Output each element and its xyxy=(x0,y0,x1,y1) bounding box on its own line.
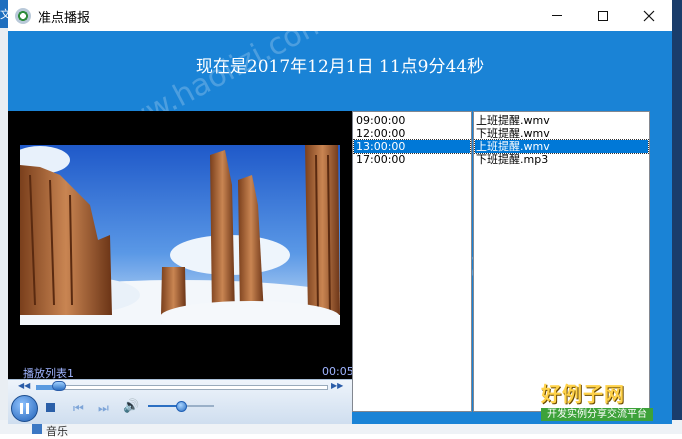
desktop-left-text: 文 xyxy=(0,8,8,21)
seek-back-icon[interactable]: ◀◀ xyxy=(18,381,30,390)
file-list-item[interactable]: 下班提醒.wmv xyxy=(476,127,646,140)
video-frame xyxy=(20,145,340,325)
seek-forward-icon[interactable]: ▶▶ xyxy=(331,381,343,390)
app-icon xyxy=(15,8,31,24)
play-pause-button[interactable] xyxy=(11,395,38,422)
file-list-item-selected[interactable]: 上班提醒.wmv xyxy=(474,139,649,154)
elapsed-time: 00:05 xyxy=(322,365,354,378)
time-list-item[interactable]: 09:00:00 xyxy=(356,114,468,127)
pause-icon-bar xyxy=(26,403,29,414)
volume-thumb[interactable] xyxy=(176,401,187,412)
file-list-item[interactable]: 下班提醒.mp3 xyxy=(476,153,646,166)
close-button[interactable] xyxy=(626,0,672,31)
desktop-bottom-label: 音乐 xyxy=(46,425,68,438)
seek-thumb[interactable] xyxy=(52,381,66,391)
maximize-button[interactable] xyxy=(580,0,626,31)
watermark-logo-subtitle: 开发实例分享交流平台 xyxy=(541,408,653,421)
time-list-item[interactable]: 12:00:00 xyxy=(356,127,468,140)
schedule-time-list[interactable]: 09:00:00 12:00:00 13:00:00 17:00:00 xyxy=(352,111,472,412)
previous-button[interactable]: ⏮ xyxy=(73,401,84,416)
current-datetime: 现在是2017年12月1日 11点9分44秒 xyxy=(195,57,485,77)
schedule-file-list[interactable]: 上班提醒.wmv 下班提醒.wmv 上班提醒.wmv 下班提醒.mp3 xyxy=(473,111,650,412)
desktop-left-edge xyxy=(0,0,8,434)
minimize-icon xyxy=(552,15,562,16)
watermark-logo: 好例子网 xyxy=(541,382,625,406)
volume-icon[interactable]: 🔊 xyxy=(123,399,139,414)
close-icon xyxy=(643,10,655,21)
file-list-item[interactable]: 上班提醒.wmv xyxy=(476,114,646,127)
seek-bar[interactable] xyxy=(36,385,328,390)
music-folder-icon xyxy=(32,424,42,434)
maximize-icon xyxy=(598,10,608,21)
stop-button[interactable] xyxy=(46,403,55,412)
minimize-button[interactable] xyxy=(534,0,580,31)
pause-icon-bar xyxy=(20,403,23,414)
time-list-item[interactable]: 17:00:00 xyxy=(356,153,468,166)
next-button[interactable]: ⏭ xyxy=(98,401,109,416)
window-title: 准点播报 xyxy=(38,11,91,26)
desktop-right-edge xyxy=(672,0,682,434)
video-scene xyxy=(20,145,340,325)
time-list-item-selected[interactable]: 13:00:00 xyxy=(353,139,471,154)
